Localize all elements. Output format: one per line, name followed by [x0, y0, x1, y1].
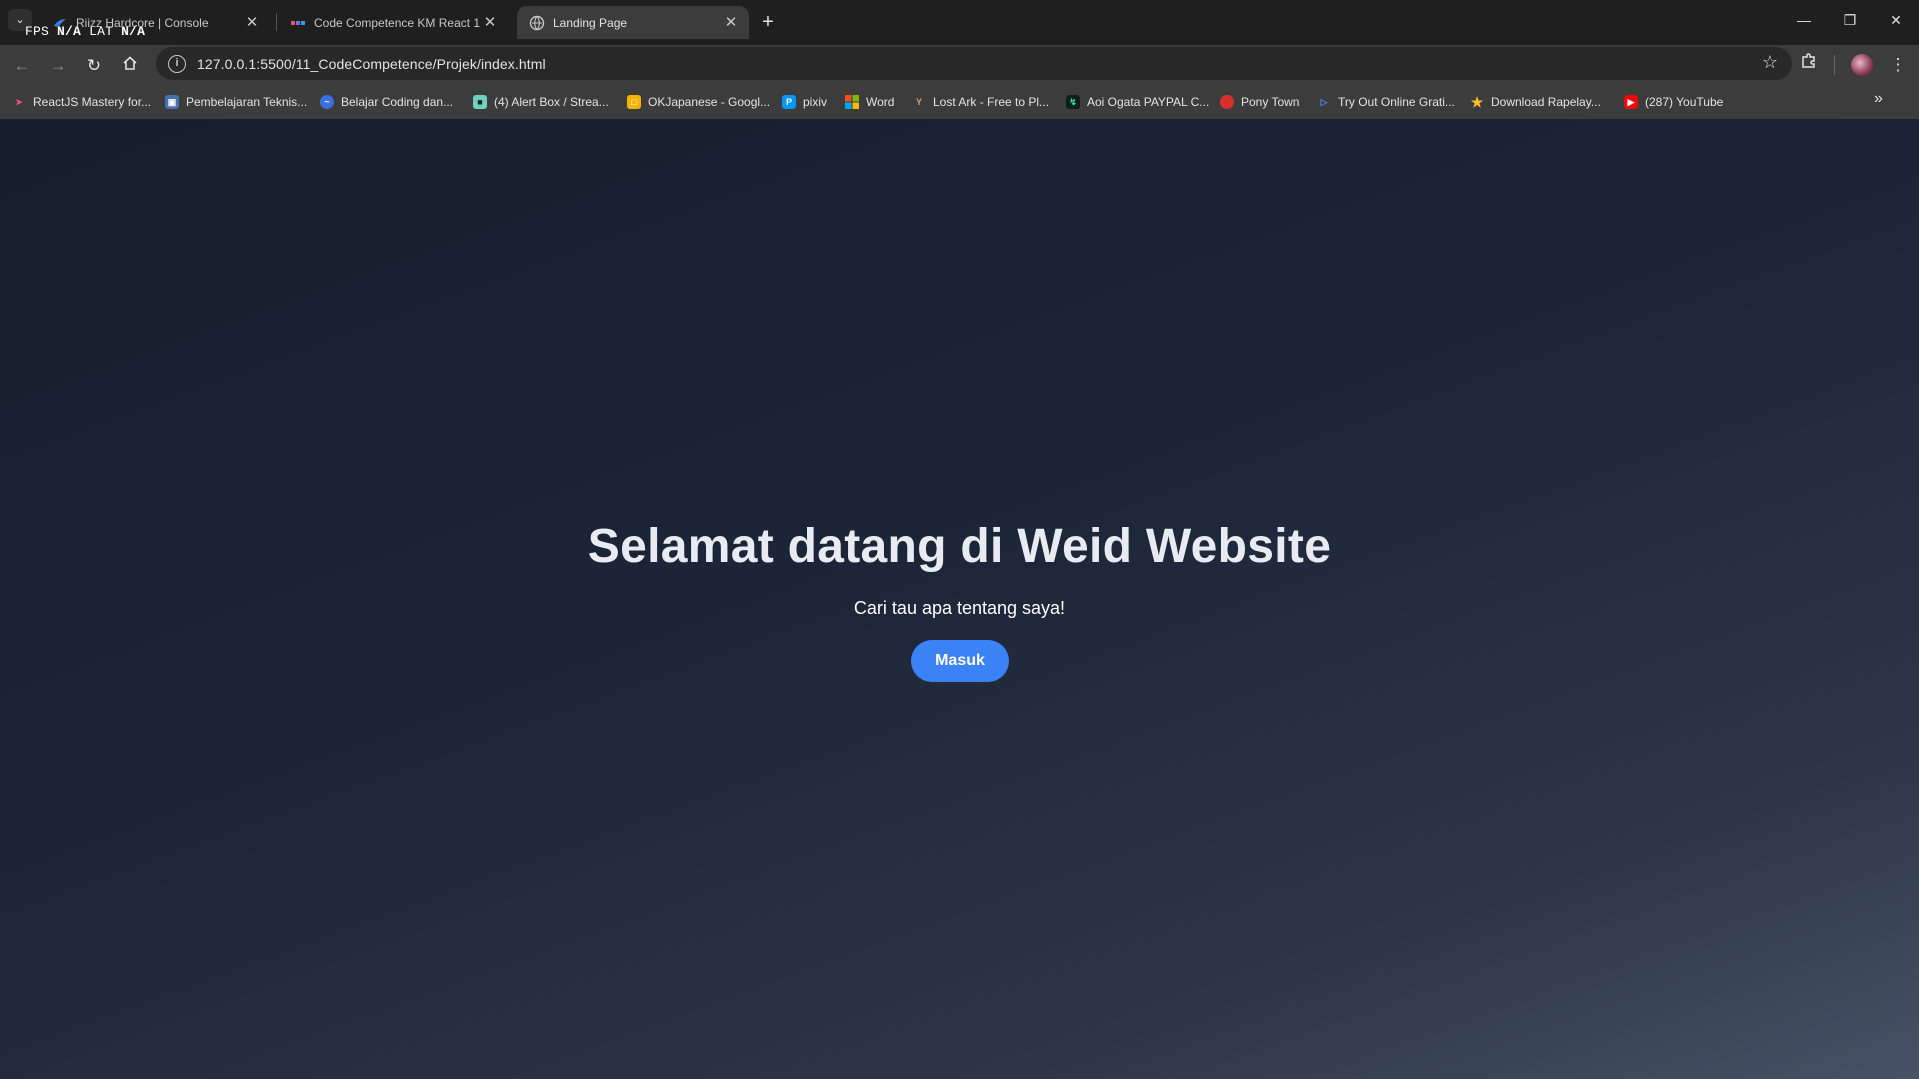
lost-ark-icon: Y: [915, 97, 922, 107]
tab-code-competence[interactable]: Code Competence KM React 1 ✕: [278, 6, 508, 39]
home-button[interactable]: [116, 52, 144, 80]
bookmark-label: (287) YouTube: [1645, 95, 1724, 109]
laptop-icon: ▣: [165, 95, 179, 109]
close-icon[interactable]: ✕: [721, 13, 741, 33]
close-icon[interactable]: ✕: [242, 13, 262, 33]
back-button[interactable]: ←: [8, 52, 36, 80]
close-icon[interactable]: ✕: [480, 13, 500, 33]
close-icon: ✕: [1890, 12, 1902, 28]
bookmark-label: (4) Alert Box / Strea...: [494, 95, 609, 109]
chevron-down-icon: ⌄: [15, 14, 25, 26]
tab-title: Riizz Hardcore | Console: [76, 15, 209, 30]
bookmark-item[interactable]: ▷ Try Out Online Grati...: [1317, 92, 1455, 112]
tab-separator: [276, 13, 277, 31]
youtube-icon: ▶: [1624, 95, 1638, 109]
arrow-icon: ➤: [15, 97, 23, 107]
apple-icon: [1220, 95, 1234, 109]
tab-landing-page[interactable]: Landing Page ✕: [517, 6, 749, 39]
bookmark-label: ReactJS Mastery for...: [33, 95, 152, 109]
puzzle-icon: [1800, 53, 1818, 74]
double-chevron-right-icon: »: [1874, 90, 1883, 107]
microsoft-icon: [845, 95, 859, 109]
arrow-left-icon: ←: [13, 56, 31, 75]
tab-title: Landing Page: [553, 15, 628, 30]
bird-icon: [52, 15, 68, 31]
minimize-icon: —: [1797, 12, 1811, 28]
page-viewport: Selamat datang di Weid Website Cari tau …: [0, 119, 1919, 1079]
menu-button[interactable]: ⋮: [1884, 51, 1912, 79]
play-outline-icon: ▷: [1320, 97, 1328, 107]
arrow-right-icon: →: [49, 56, 67, 75]
minimize-button[interactable]: —: [1781, 0, 1827, 40]
star-icon: ★: [1470, 94, 1484, 110]
tab-title: Code Competence KM React 1: [314, 15, 480, 30]
masuk-button[interactable]: Masuk: [911, 640, 1009, 682]
bookmark-item[interactable]: ■ (4) Alert Box / Strea...: [473, 92, 609, 112]
bookmark-label: Try Out Online Grati...: [1338, 95, 1455, 109]
pixiv-icon: P: [782, 95, 796, 109]
bookmark-item[interactable]: P pixiv: [782, 92, 827, 112]
address-bar[interactable]: i 127.0.0.1:5500/11_CodeCompetence/Proje…: [156, 47, 1792, 80]
bookmark-item[interactable]: Word: [845, 92, 894, 112]
forward-button[interactable]: →: [44, 52, 72, 80]
tab-strip: ⌄ FPS N/A LAT N/A Riizz Hardcore | Conso…: [0, 0, 1919, 45]
bookmark-item[interactable]: ▶ (287) YouTube: [1624, 92, 1723, 112]
toolbar-divider: [1834, 55, 1835, 75]
bookmark-item[interactable]: Y Lost Ark - Free to Pl...: [912, 92, 1049, 112]
bookmark-label: pixiv: [803, 95, 828, 109]
more-vertical-icon: ⋮: [1889, 55, 1907, 74]
bookmark-label: Word: [866, 95, 895, 109]
bookmark-label: OKJapanese - Googl...: [648, 95, 771, 109]
bookmark-item[interactable]: □ OKJapanese - Googl...: [627, 92, 770, 112]
hero-section: Selamat datang di Weid Website Cari tau …: [0, 119, 1919, 1079]
streamlabs-icon: ■: [473, 95, 487, 109]
bookmark-star-icon[interactable]: ☆: [1762, 52, 1778, 73]
lightning-icon: ↯: [1066, 95, 1080, 109]
bookmark-item[interactable]: ➤ ReactJS Mastery for...: [12, 92, 151, 112]
site-info-icon[interactable]: i: [168, 54, 186, 73]
slides-icon: □: [627, 95, 641, 109]
bookmark-label: Download Rapelay...: [1491, 95, 1601, 109]
close-window-button[interactable]: ✕: [1873, 0, 1919, 40]
bookmark-item[interactable]: ▣ Pembelajaran Teknis...: [165, 92, 307, 112]
bookmark-label: Lost Ark - Free to Pl...: [933, 95, 1050, 109]
hero-subtitle: Cari tau apa tentang saya!: [853, 598, 1066, 618]
bookmark-label: Pony Town: [1241, 95, 1300, 109]
bookmarks-overflow-button[interactable]: »: [1874, 90, 1883, 108]
address-url[interactable]: 127.0.0.1:5500/11_CodeCompetence/Projek/…: [197, 56, 546, 72]
restore-button[interactable]: ❐: [1827, 0, 1873, 40]
bookmark-item[interactable]: ~ Belajar Coding dan...: [320, 92, 453, 112]
globe-icon: [529, 15, 545, 31]
bookmark-label: Belajar Coding dan...: [341, 95, 454, 109]
reload-button[interactable]: ↻: [80, 52, 108, 80]
tab-console[interactable]: Riizz Hardcore | Console ✕: [40, 6, 270, 39]
bookmark-label: Pembelajaran Teknis...: [186, 95, 308, 109]
new-tab-button[interactable]: +: [755, 9, 781, 35]
profile-avatar[interactable]: [1851, 54, 1873, 76]
dicoding-icon: ~: [320, 95, 334, 109]
home-icon: [122, 56, 138, 75]
code-competence-icon: [290, 15, 306, 31]
restore-icon: ❐: [1843, 12, 1857, 28]
plus-icon: +: [762, 11, 774, 33]
bookmark-item[interactable]: ★ Download Rapelay...: [1470, 92, 1601, 112]
bookmark-label: Aoi Ogata PAYPAL C...: [1087, 95, 1210, 109]
bookmark-item[interactable]: Pony Town: [1220, 92, 1299, 112]
hero-title: Selamat datang di Weid Website: [587, 520, 1332, 573]
bookmark-item[interactable]: ↯ Aoi Ogata PAYPAL C...: [1066, 92, 1209, 112]
extensions-button[interactable]: [1795, 51, 1823, 79]
reload-icon: ↻: [86, 56, 102, 75]
